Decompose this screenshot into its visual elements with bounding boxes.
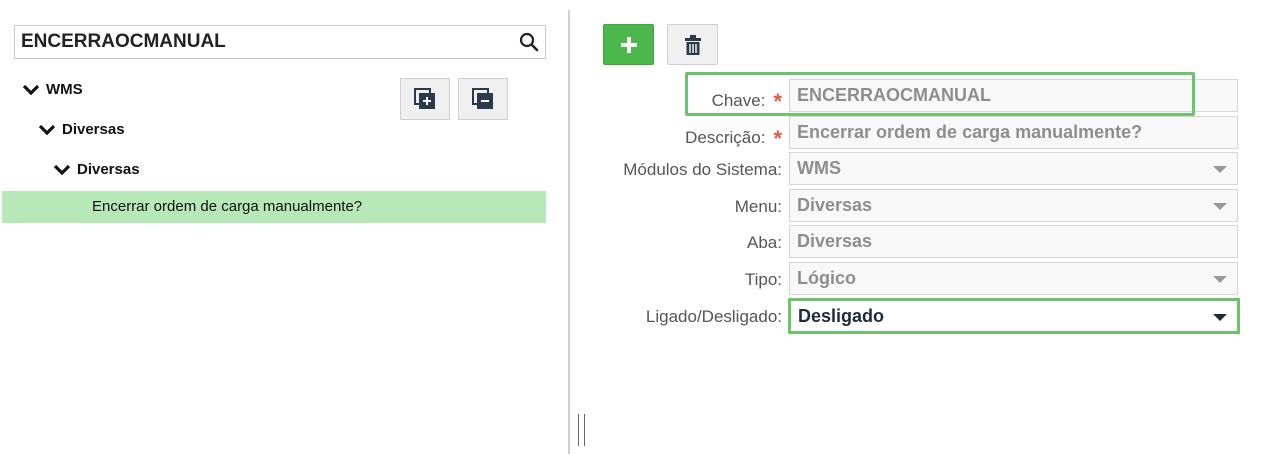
dropdown-caret-icon [1213, 314, 1227, 321]
tree-node-diversas-sub[interactable]: Diversas [53, 161, 140, 178]
panel-divider [568, 10, 570, 454]
chave-value: ENCERRAOCMANUAL [797, 85, 991, 105]
trash-icon [684, 34, 701, 55]
aba-label: Aba: [747, 233, 782, 252]
collapse-all-icon [472, 88, 493, 109]
tree-node-label: Diversas [77, 161, 140, 178]
aba-field[interactable]: Diversas [789, 225, 1238, 258]
required-marker: * [773, 126, 782, 151]
modulos-label: Módulos do Sistema: [623, 160, 782, 179]
tipo-label: Tipo: [744, 270, 782, 289]
search-box[interactable] [14, 25, 546, 59]
resize-handle[interactable] [578, 414, 585, 446]
required-marker: * [773, 89, 782, 114]
tree-node-wms[interactable]: WMS [22, 81, 83, 98]
tipo-select[interactable]: Lógico [789, 262, 1238, 295]
modulos-value: WMS [797, 158, 841, 178]
dropdown-caret-icon [1213, 203, 1227, 210]
search-input[interactable] [15, 26, 505, 58]
tree-node-diversas[interactable]: Diversas [38, 121, 125, 138]
modulos-select[interactable]: WMS [789, 152, 1238, 185]
dropdown-caret-icon [1213, 166, 1227, 173]
collapse-all-button[interactable] [458, 78, 508, 120]
tree-node-label: WMS [46, 81, 83, 98]
dropdown-caret-icon [1213, 276, 1227, 283]
chave-label: Chave: * [711, 89, 782, 114]
expand-all-icon [414, 88, 435, 109]
ligado-select[interactable]: Desligado [788, 298, 1240, 334]
descricao-field[interactable]: Encerrar ordem de carga manualmente? [789, 116, 1238, 149]
aba-value: Diversas [797, 231, 873, 251]
ligado-value: Desligado [798, 306, 885, 326]
plus-icon [620, 36, 637, 53]
chevron-down-icon[interactable] [53, 163, 71, 177]
tree-leaf-label: Encerrar ordem de carga manualmente? [92, 198, 363, 215]
chevron-down-icon[interactable] [22, 83, 40, 97]
menu-label: Menu: [734, 197, 782, 216]
menu-value: Diversas [797, 195, 873, 215]
tree-node-label: Diversas [62, 121, 125, 138]
tree-leaf-selected[interactable]: Encerrar ordem de carga manualmente? [2, 191, 546, 223]
chevron-down-icon[interactable] [38, 123, 56, 137]
delete-button[interactable] [667, 24, 718, 65]
descricao-value: Encerrar ordem de carga manualmente? [797, 122, 1143, 142]
ligado-label: Ligado/Desligado: [645, 307, 782, 326]
expand-all-button[interactable] [400, 78, 450, 120]
search-icon[interactable] [519, 32, 539, 52]
chave-field[interactable]: ENCERRAOCMANUAL [789, 79, 1238, 112]
descricao-label: Descrição: * [685, 126, 782, 151]
tipo-value: Lógico [797, 268, 856, 288]
add-button[interactable] [603, 24, 654, 65]
menu-select[interactable]: Diversas [789, 189, 1238, 222]
